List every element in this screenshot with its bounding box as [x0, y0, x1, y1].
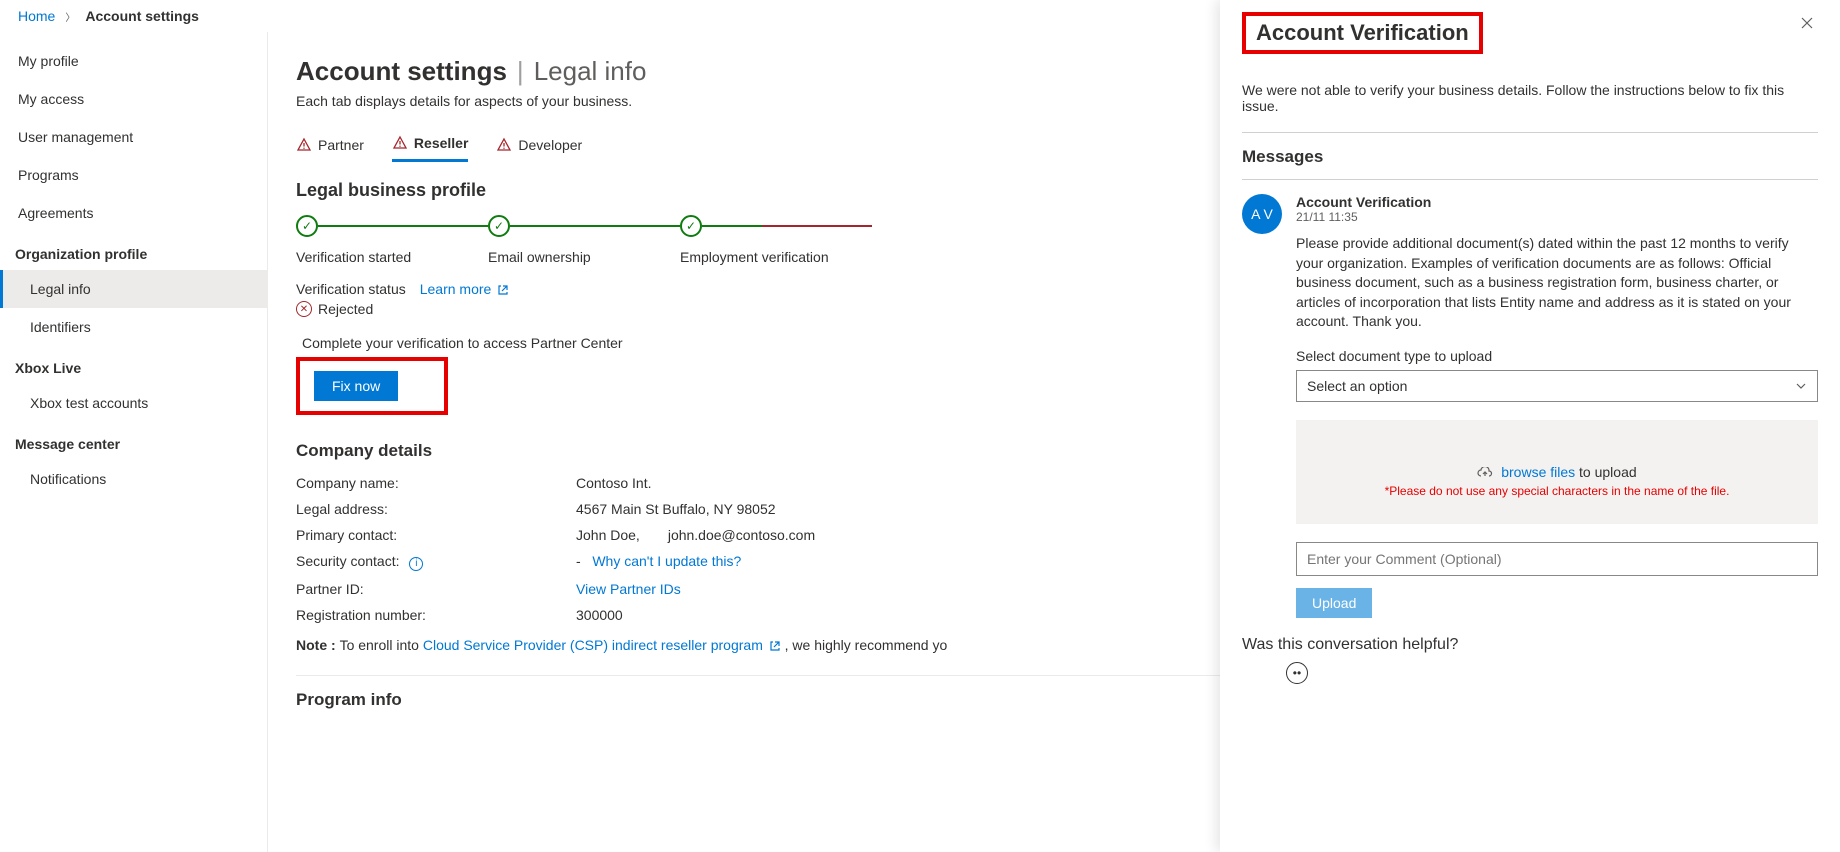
title-separator: | — [517, 56, 524, 87]
sidebar-item-notifications[interactable]: Notifications — [0, 460, 267, 498]
check-icon: ✓ — [488, 215, 510, 237]
message: A V Account Verification 21/11 11:35 Ple… — [1242, 194, 1818, 618]
sidebar-heading-xbox-live: Xbox Live — [0, 346, 267, 384]
info-icon[interactable]: i — [409, 557, 423, 571]
sidebar-item-legal-info[interactable]: Legal info — [0, 270, 267, 308]
check-icon: ✓ — [296, 215, 318, 237]
warning-icon — [496, 137, 512, 153]
warning-icon — [296, 137, 312, 153]
fix-now-button[interactable]: Fix now — [314, 371, 398, 401]
legal-address-label: Legal address: — [296, 501, 576, 517]
step-connector — [318, 225, 488, 227]
upload-button[interactable]: Upload — [1296, 588, 1372, 618]
sidebar-item-programs[interactable]: Programs — [0, 156, 267, 194]
upload-warning: *Please do not use any special character… — [1306, 484, 1808, 498]
fix-now-highlight: Fix now — [296, 357, 448, 415]
sidebar-item-my-profile[interactable]: My profile — [0, 42, 267, 80]
step-label: Employment verification — [680, 249, 829, 265]
tab-label: Reseller — [414, 135, 468, 151]
view-partner-ids-link[interactable]: View Partner IDs — [576, 581, 681, 597]
tab-reseller[interactable]: Reseller — [392, 131, 468, 162]
sidebar-item-identifiers[interactable]: Identifiers — [0, 308, 267, 346]
messages-heading: Messages — [1242, 147, 1818, 167]
chevron-right-icon: 〉 — [65, 9, 75, 24]
step-connector — [702, 225, 762, 227]
message-body: Please provide additional document(s) da… — [1296, 234, 1818, 332]
sidebar-item-my-access[interactable]: My access — [0, 80, 267, 118]
message-time: 21/11 11:35 — [1296, 210, 1818, 224]
external-link-icon — [769, 640, 781, 652]
step-connector-fail — [762, 225, 872, 227]
cloud-upload-icon — [1477, 467, 1493, 479]
step-label: Email ownership — [488, 249, 591, 265]
tab-label: Developer — [518, 137, 582, 153]
tab-developer[interactable]: Developer — [496, 131, 582, 162]
sidebar-heading-organization-profile: Organization profile — [0, 232, 267, 270]
upload-dropzone[interactable]: browse files to upload *Please do not us… — [1296, 420, 1818, 524]
account-verification-panel: Account Verification We were not able to… — [1220, 0, 1840, 852]
partner-id-label: Partner ID: — [296, 581, 576, 597]
tab-label: Partner — [318, 137, 364, 153]
helpful-prompt: Was this conversation helpful? — [1242, 636, 1818, 654]
message-from: Account Verification — [1296, 194, 1818, 210]
breadcrumb-home[interactable]: Home — [18, 8, 55, 24]
check-icon: ✓ — [680, 215, 702, 237]
warning-icon — [392, 135, 408, 151]
learn-more-link[interactable]: Learn more — [420, 281, 509, 297]
primary-contact-label: Primary contact: — [296, 527, 576, 543]
x-circle-icon: ✕ — [296, 301, 312, 317]
select-label: Select document type to upload — [1296, 348, 1818, 364]
company-name-label: Company name: — [296, 475, 576, 491]
smiley-icon[interactable]: •• — [1286, 662, 1308, 684]
sidebar-heading-message-center: Message center — [0, 422, 267, 460]
csp-program-link[interactable]: Cloud Service Provider (CSP) indirect re… — [423, 637, 781, 653]
sidebar-item-xbox-test-accounts[interactable]: Xbox test accounts — [0, 384, 267, 422]
external-link-icon — [497, 284, 509, 296]
document-type-select[interactable]: Select an option — [1296, 370, 1818, 402]
security-contact-value: - — [576, 553, 581, 569]
select-placeholder: Select an option — [1307, 378, 1407, 394]
primary-contact-name: John Doe, — [576, 527, 640, 543]
chevron-down-icon — [1795, 380, 1807, 392]
sidebar-item-user-management[interactable]: User management — [0, 118, 267, 156]
step-label: Verification started — [296, 249, 411, 265]
comment-input[interactable] — [1296, 542, 1818, 576]
close-button[interactable] — [1796, 12, 1818, 39]
rejected-text: Rejected — [318, 301, 373, 317]
why-cant-update-link[interactable]: Why can't I update this? — [592, 553, 741, 569]
browse-files-link[interactable]: browse files — [1501, 464, 1575, 480]
close-icon — [1800, 16, 1814, 30]
security-contact-label: Security contact: i — [296, 553, 576, 571]
breadcrumb-current: Account settings — [85, 8, 199, 24]
tab-partner[interactable]: Partner — [296, 131, 364, 162]
registration-number-label: Registration number: — [296, 607, 576, 623]
panel-title-highlight: Account Verification — [1242, 12, 1483, 54]
page-title: Account settings — [296, 56, 507, 87]
avatar: A V — [1242, 194, 1282, 234]
sidebar: My profile My access User management Pro… — [0, 32, 268, 852]
company-name-value: Contoso Int. — [576, 475, 652, 491]
primary-contact-email: john.doe@contoso.com — [668, 527, 815, 543]
sidebar-item-agreements[interactable]: Agreements — [0, 194, 267, 232]
page-subtitle: Legal info — [534, 56, 647, 87]
panel-title: Account Verification — [1256, 20, 1469, 46]
divider — [1242, 132, 1818, 133]
panel-intro-text: We were not able to verify your business… — [1242, 82, 1818, 114]
divider — [1242, 179, 1818, 180]
verification-status-label: Verification status — [296, 281, 406, 297]
step-connector — [510, 225, 680, 227]
